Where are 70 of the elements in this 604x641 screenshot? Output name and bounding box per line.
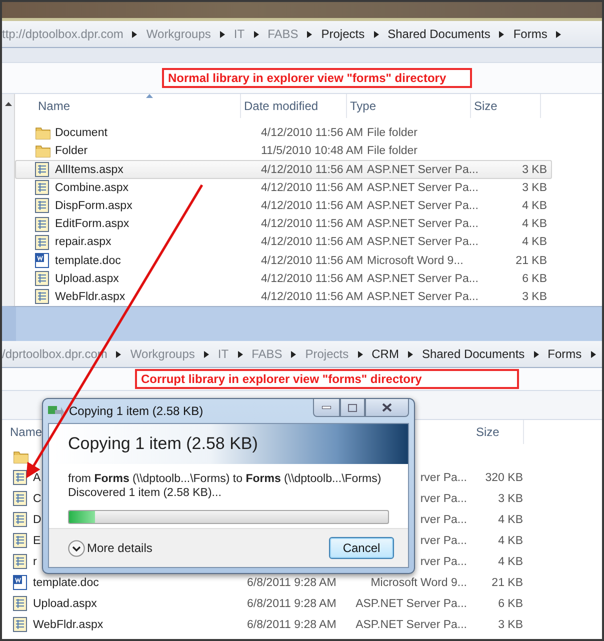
file-type: ASP.NET Server Pa... xyxy=(367,290,478,303)
file-type: Microsoft Word 9... xyxy=(370,576,468,588)
dialog-title: Copying 1 item (2.58 KB) xyxy=(69,404,204,418)
date-modified: 6/8/2011 9:28 AM xyxy=(247,576,336,588)
date-modified: 4/12/2010 11:56 AM xyxy=(261,218,364,230)
file-name: Document xyxy=(55,127,108,140)
file-type: ASP.NET Server Pa... xyxy=(367,200,478,212)
file-type: Microsoft Word 9... xyxy=(367,254,464,267)
date-modified: 4/12/2010 11:56 AM xyxy=(261,272,364,285)
date-modified: 11/5/2010 10:48 AM xyxy=(261,145,364,158)
file-size: 4 KB xyxy=(498,534,524,546)
file-type: rver Pa... xyxy=(420,556,468,568)
file-size: 4 KB xyxy=(522,218,548,230)
file-size: 3 KB xyxy=(522,182,548,194)
file-size: 6 KB xyxy=(498,598,524,610)
file-name: WebFldr.aspx xyxy=(33,618,104,630)
file-size: 21 KB xyxy=(516,254,548,267)
date-modified: 4/12/2010 11:56 AM xyxy=(261,164,364,176)
file-name: EditForm.aspx xyxy=(55,218,130,230)
file-name: E xyxy=(33,534,41,546)
file-type: ASP.NET Server Pa... xyxy=(367,164,478,176)
file-size: 4 KB xyxy=(522,236,548,248)
file-size: 3 KB xyxy=(522,164,548,176)
copy-status-text: Discovered 1 item (2.58 KB)... xyxy=(68,487,222,499)
file-size: 3 KB xyxy=(522,290,548,303)
file-name: DispForm.aspx xyxy=(55,200,132,212)
file-name: Upload.aspx xyxy=(55,272,119,285)
file-name: WebFldr.aspx xyxy=(55,290,126,303)
date-modified: 4/12/2010 11:56 AM xyxy=(261,254,364,267)
file-name: C xyxy=(33,492,42,504)
file-name: D xyxy=(33,514,42,526)
file-type: ASP.NET Server Pa... xyxy=(367,272,478,285)
date-modified: 6/8/2011 9:28 AM xyxy=(247,618,336,630)
file-name: A xyxy=(33,472,41,484)
file-type: File folder xyxy=(367,145,418,158)
file-size: 4 KB xyxy=(498,514,524,526)
file-type: File folder xyxy=(367,127,418,140)
file-type: ASP.NET Server Pa... xyxy=(367,218,478,230)
file-name: r xyxy=(33,556,37,568)
file-name: Upload.aspx xyxy=(33,598,97,610)
date-modified: 4/12/2010 11:56 AM xyxy=(261,200,364,212)
file-size: 4 KB xyxy=(522,200,548,212)
file-size: 3 KB xyxy=(498,492,524,504)
file-name: template.doc xyxy=(33,576,99,588)
file-name: AllItems.aspx xyxy=(55,164,124,176)
file-size: 6 KB xyxy=(522,272,548,285)
file-name: Folder xyxy=(55,145,88,158)
file-size: 21 KB xyxy=(492,576,524,588)
date-modified: 4/12/2010 11:56 AM xyxy=(261,182,364,194)
file-type: ASP.NET Server Pa... xyxy=(367,236,478,248)
file-type: rver Pa... xyxy=(420,492,468,504)
file-size: 4 KB xyxy=(498,556,524,568)
file-type: ASP.NET Server Pa... xyxy=(356,598,468,610)
file-size: 320 KB xyxy=(485,472,524,484)
file-type: ASP.NET Server Pa... xyxy=(367,182,478,194)
file-type: ASP.NET Server Pa... xyxy=(356,618,468,630)
file-type: rver Pa... xyxy=(420,472,468,484)
copy-source-text: from Forms (\\dptoolb...\Forms) to Forms (\\dptoolb...\Forms) xyxy=(68,473,382,485)
date-modified: 4/12/2010 11:56 AM xyxy=(261,127,364,140)
file-name: repair.aspx xyxy=(55,236,112,248)
file-size: 3 KB xyxy=(498,618,524,630)
date-modified: 4/12/2010 11:56 AM xyxy=(261,236,364,248)
file-type: rver Pa... xyxy=(420,534,468,546)
date-modified: 6/8/2011 9:28 AM xyxy=(247,598,336,610)
annotation-label: Normal library in explorer view "forms" directory xyxy=(162,68,472,88)
annotation-label: Corrupt library in explorer view "forms" directory xyxy=(135,369,519,389)
date-modified: 4/12/2010 11:56 AM xyxy=(261,290,364,303)
file-type: rver Pa... xyxy=(420,514,468,526)
file-name: template.doc xyxy=(55,254,121,267)
file-name: Combine.aspx xyxy=(55,182,129,194)
